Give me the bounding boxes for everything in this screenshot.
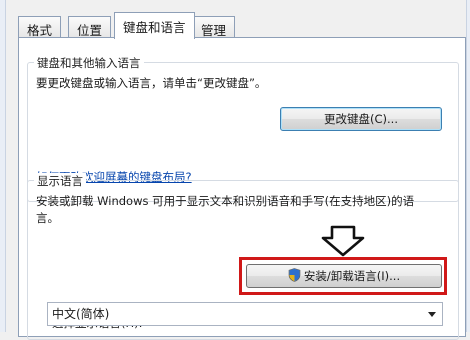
display-language-description-line2: 言。: [36, 211, 59, 225]
tab-location[interactable]: 位置: [68, 16, 112, 38]
tab-location-label: 位置: [77, 23, 103, 38]
down-arrow-icon: [321, 225, 365, 257]
display-language-description: 安装或卸载 Windows 可用于显示文本和识别语音和手写(在支持地区)的语 言…: [36, 193, 454, 227]
display-language-select[interactable]: 中文(简体): [47, 302, 443, 326]
tab-format[interactable]: 格式: [18, 16, 62, 38]
display-language-select-value: 中文(简体): [52, 307, 110, 321]
uac-shield-icon: [288, 268, 301, 282]
tab-administrative[interactable]: 管理: [192, 16, 236, 38]
change-keyboard-button[interactable]: 更改键盘(C)...: [280, 107, 442, 131]
window-frame-right: [466, 0, 470, 332]
tab-panel: 键盘和其他输入语言 要更改键盘或输入语言，请单击“更改键盘”。 更改键盘(C).…: [18, 37, 466, 340]
tab-administrative-label: 管理: [201, 23, 227, 38]
keyboard-description: 要更改键盘或输入语言，请单击“更改键盘”。: [36, 76, 267, 90]
tab-keyboards-and-languages[interactable]: 键盘和语言: [114, 12, 195, 39]
window-frame-left: [0, 0, 6, 332]
display-language-group-title: 显示语言: [34, 173, 86, 189]
keyboard-group-title: 键盘和其他输入语言: [34, 55, 144, 71]
install-uninstall-languages-label: 安装/卸载语言(I)...: [303, 269, 401, 283]
tab-format-label: 格式: [27, 23, 53, 38]
tab-keyboards-label: 键盘和语言: [123, 20, 186, 35]
install-uninstall-languages-button[interactable]: 安装/卸载语言(I)...: [246, 264, 442, 288]
chevron-down-icon: [428, 312, 436, 317]
display-language-description-line1: 安装或卸载 Windows 可用于显示文本和识别语音和手写(在支持地区)的语: [36, 194, 415, 208]
